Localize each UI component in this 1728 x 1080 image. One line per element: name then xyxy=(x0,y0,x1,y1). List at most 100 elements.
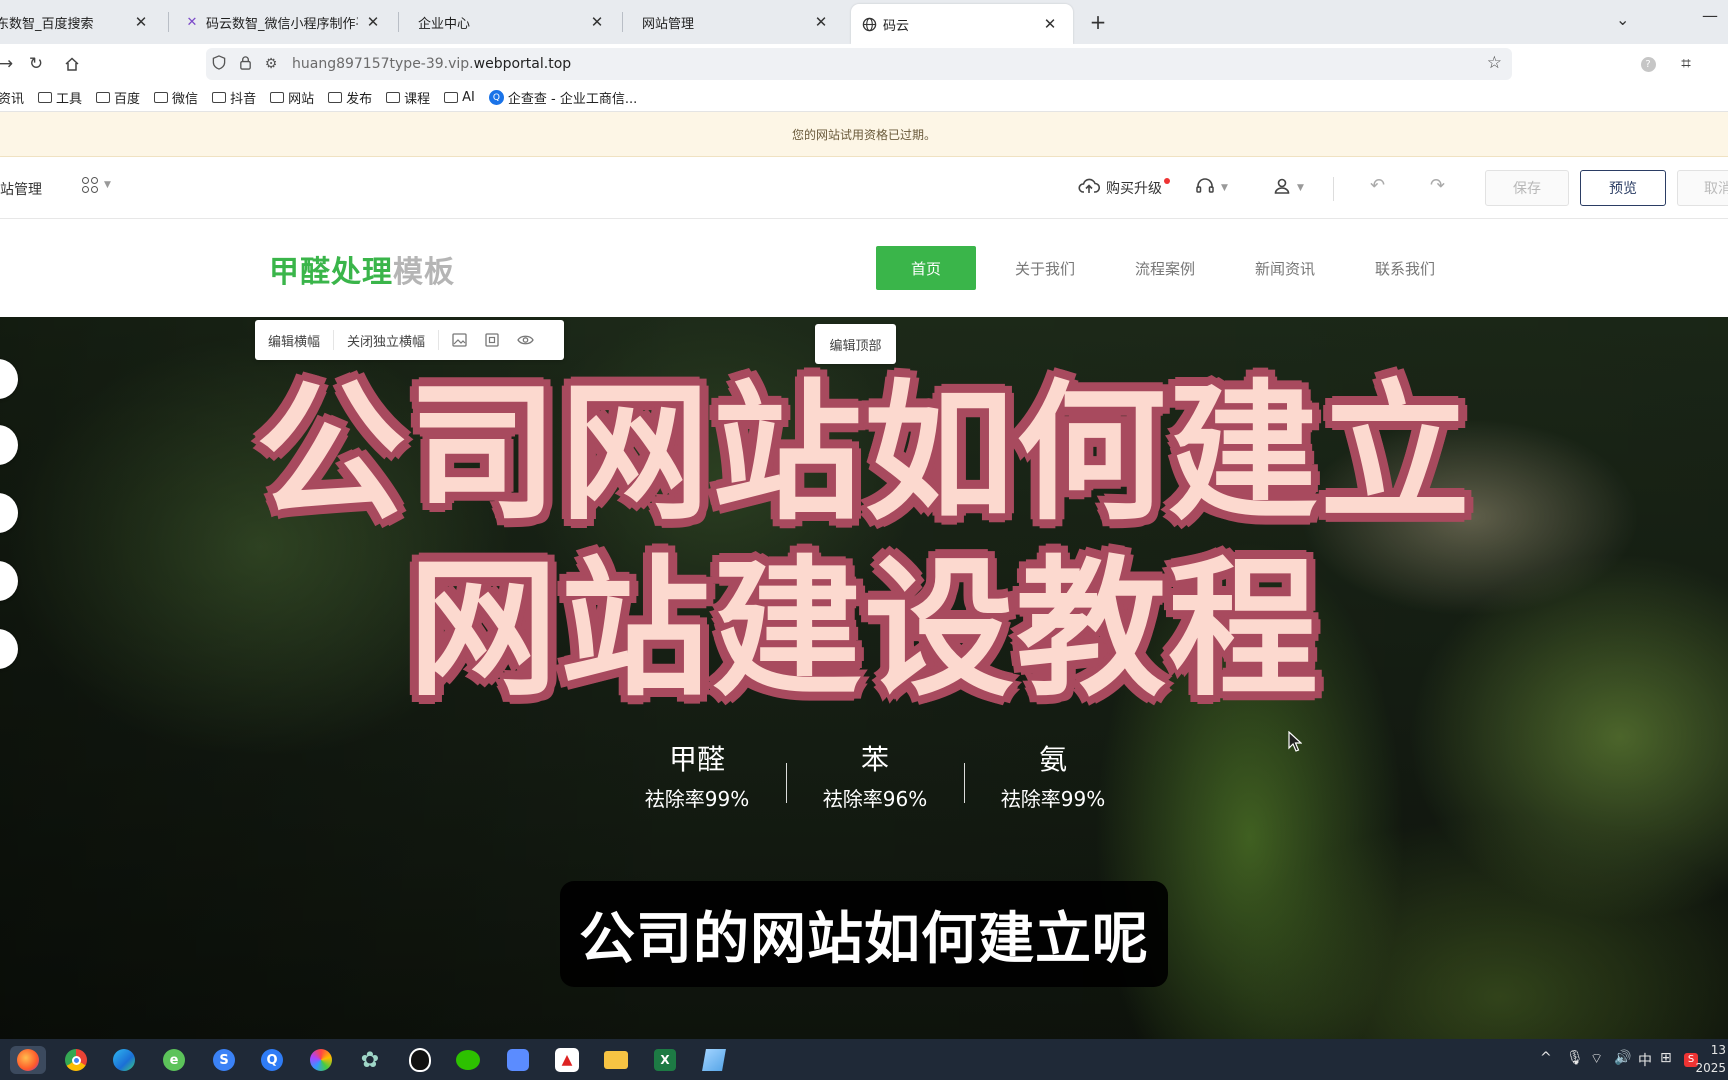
system-clock[interactable]: 13 2025 xyxy=(1695,1041,1726,1077)
site-editor-bar: 网站管理 ▼ 购买升级 ▼ ▼ ↶ ↷ 保存 预览 取消 xyxy=(0,157,1728,219)
reload-icon[interactable]: ↻ xyxy=(24,52,48,76)
excel-icon[interactable]: X xyxy=(651,1046,679,1074)
tab-title: 网站管理 xyxy=(642,16,695,32)
account-menu[interactable]: ▼ xyxy=(1273,175,1304,201)
apps-menu[interactable]: ▼ xyxy=(82,177,111,193)
notice-text: 您的网站试用资格已过期。 xyxy=(791,127,936,142)
bookmark-folder[interactable]: 抖音 xyxy=(212,88,256,107)
volume-icon[interactable]: 🔊 xyxy=(1614,1050,1631,1066)
wechat-icon[interactable] xyxy=(454,1046,482,1074)
bookmark-folder[interactable]: AI xyxy=(444,90,475,105)
notes-app-icon[interactable] xyxy=(700,1046,728,1074)
nav-cases[interactable]: 流程案例 xyxy=(1120,246,1210,290)
qq-browser-icon[interactable]: Q xyxy=(258,1046,286,1074)
chrome-icon[interactable] xyxy=(62,1046,90,1074)
nav-home[interactable]: 首页 xyxy=(876,246,976,290)
support-menu[interactable]: ▼ xyxy=(1195,175,1228,201)
bookmark-folder[interactable]: 微信 xyxy=(154,88,198,107)
ime-indicator[interactable]: 中 xyxy=(1638,1050,1652,1070)
firefox-icon[interactable] xyxy=(10,1046,46,1074)
site-logo[interactable]: 甲醛处理模板 xyxy=(269,247,455,291)
browser-tab[interactable]: 企业中心 ✕ xyxy=(398,0,620,44)
lock-icon[interactable] xyxy=(232,55,258,74)
trial-expired-notice: 您的网站试用资格已过期。 xyxy=(0,112,1728,157)
browser-tab-active[interactable]: 码云 ✕ xyxy=(851,4,1073,44)
bookmark-label: 抖音 xyxy=(230,92,257,107)
new-tab-icon[interactable]: + xyxy=(1084,8,1112,36)
bookmark-item[interactable]: Q 企查查 - 企业工商信... xyxy=(488,88,637,107)
browser-tab[interactable]: ✕ 码云数智_微信小程序制作平台_ ✕ xyxy=(174,0,396,44)
close-icon[interactable]: ✕ xyxy=(132,13,150,31)
logo-sub-text: 模板 xyxy=(393,255,455,290)
address-bar[interactable]: ⚙ huang897157type-39.vip.webportal.top ☆ xyxy=(206,48,1512,80)
browser-tab[interactable]: 东数智_百度搜索 ✕ xyxy=(0,0,164,44)
hero-banner: 编辑横幅 关闭独立横幅 编辑顶部 公司网站如何建立 网站建设教程 甲醛 祛除率9… xyxy=(0,317,1728,1039)
qq-icon[interactable] xyxy=(406,1046,434,1074)
save-button[interactable]: 保存 xyxy=(1485,170,1569,206)
preview-button[interactable]: 预览 xyxy=(1580,170,1666,206)
hero-title-line2: 网站建设教程 xyxy=(407,543,1320,717)
close-icon[interactable]: ✕ xyxy=(812,13,830,31)
eye-icon[interactable] xyxy=(508,330,543,350)
network-icon[interactable]: ⌔ xyxy=(1590,1050,1603,1068)
layer-icon[interactable] xyxy=(476,330,508,350)
close-icon[interactable]: ✕ xyxy=(1041,15,1059,33)
editor-title[interactable]: 网站管理 xyxy=(0,179,42,199)
grid-tray-icon[interactable]: ⊞ xyxy=(1660,1050,1672,1066)
bookmark-folder[interactable]: 网站 xyxy=(270,88,314,107)
crop-icon[interactable]: ⌗ xyxy=(1674,52,1698,76)
nav-contact[interactable]: 联系我们 xyxy=(1360,246,1450,290)
file-explorer-icon[interactable] xyxy=(602,1046,630,1074)
stat-value: 祛除率99% xyxy=(1000,787,1106,811)
sogou-browser-icon[interactable]: S xyxy=(210,1046,238,1074)
upgrade-label: 购买升级 xyxy=(1106,178,1170,198)
cancel-button[interactable]: 取消 xyxy=(1677,170,1728,206)
minimize-icon[interactable]: — xyxy=(1702,6,1718,25)
bookmark-label: AI xyxy=(462,90,475,105)
extension-badge-icon[interactable]: ? xyxy=(1636,52,1660,76)
jianying-icon[interactable]: ▲ xyxy=(553,1046,581,1074)
home-icon[interactable] xyxy=(60,52,84,76)
close-icon[interactable]: ✕ xyxy=(588,13,606,31)
microphone-icon[interactable]: 🎙 xyxy=(1566,1050,1584,1066)
tab-list-chevron-icon[interactable]: ⌄ xyxy=(1616,10,1629,29)
close-icon[interactable]: ✕ xyxy=(364,13,382,31)
nav-about[interactable]: 关于我们 xyxy=(1000,246,1090,290)
nav-news[interactable]: 新闻资讯 xyxy=(1240,246,1330,290)
clock-date: 2025 xyxy=(1695,1061,1726,1075)
stat-value: 祛除率99% xyxy=(644,787,750,811)
bookmark-label: 资讯 xyxy=(0,92,25,107)
bookmark-folder[interactable]: 发布 xyxy=(328,88,372,107)
bookmark-folder[interactable]: 百度 xyxy=(96,88,140,107)
forward-icon[interactable]: → xyxy=(0,52,18,76)
tray-expand-icon[interactable]: ^ xyxy=(1540,1050,1552,1066)
bookmark-star-icon[interactable]: ☆ xyxy=(1487,53,1502,73)
folder-icon xyxy=(444,92,459,103)
bookmark-label: 发布 xyxy=(346,92,373,107)
browser-tab-strip: 东数智_百度搜索 ✕ ✕ 码云数智_微信小程序制作平台_ ✕ 企业中心 ✕ 网站… xyxy=(0,0,1728,44)
redo-icon[interactable]: ↷ xyxy=(1430,175,1445,196)
image-icon[interactable] xyxy=(443,330,476,350)
headset-icon xyxy=(1195,177,1215,199)
site-settings-icon[interactable]: ⚙ xyxy=(258,56,284,72)
browser-tab[interactable]: 网站管理 ✕ xyxy=(622,0,844,44)
bookmark-item[interactable]: 资讯 xyxy=(0,88,24,107)
undo-icon[interactable]: ↶ xyxy=(1370,175,1385,196)
upgrade-button[interactable]: 购买升级 xyxy=(1078,175,1170,201)
video-caption: 公司的网站如何建立呢 xyxy=(560,881,1168,987)
shield-icon[interactable] xyxy=(206,54,232,74)
edge-icon[interactable] xyxy=(110,1046,138,1074)
settings-app-icon[interactable]: ✿ xyxy=(356,1046,384,1074)
os-taskbar: e S Q ✿ ▲ X ^ 🎙 ⌔ 🔊 中 ⊞ S 13 2025 xyxy=(0,1039,1728,1080)
bookmark-folder[interactable]: 课程 xyxy=(386,88,430,107)
url-domain: webportal.top xyxy=(473,56,572,72)
feishu-icon[interactable] xyxy=(504,1046,532,1074)
close-banner-button[interactable]: 关闭独立横幅 xyxy=(334,330,440,350)
edit-banner-button[interactable]: 编辑横幅 xyxy=(255,330,335,350)
bookmark-folder[interactable]: 工具 xyxy=(38,88,82,107)
browser-360-icon[interactable]: e xyxy=(160,1046,188,1074)
color-app-icon[interactable] xyxy=(307,1046,335,1074)
folder-icon xyxy=(154,92,169,103)
tab-title: 码云数智_微信小程序制作平台_ xyxy=(206,16,358,32)
edit-top-button[interactable]: 编辑顶部 xyxy=(815,324,896,364)
